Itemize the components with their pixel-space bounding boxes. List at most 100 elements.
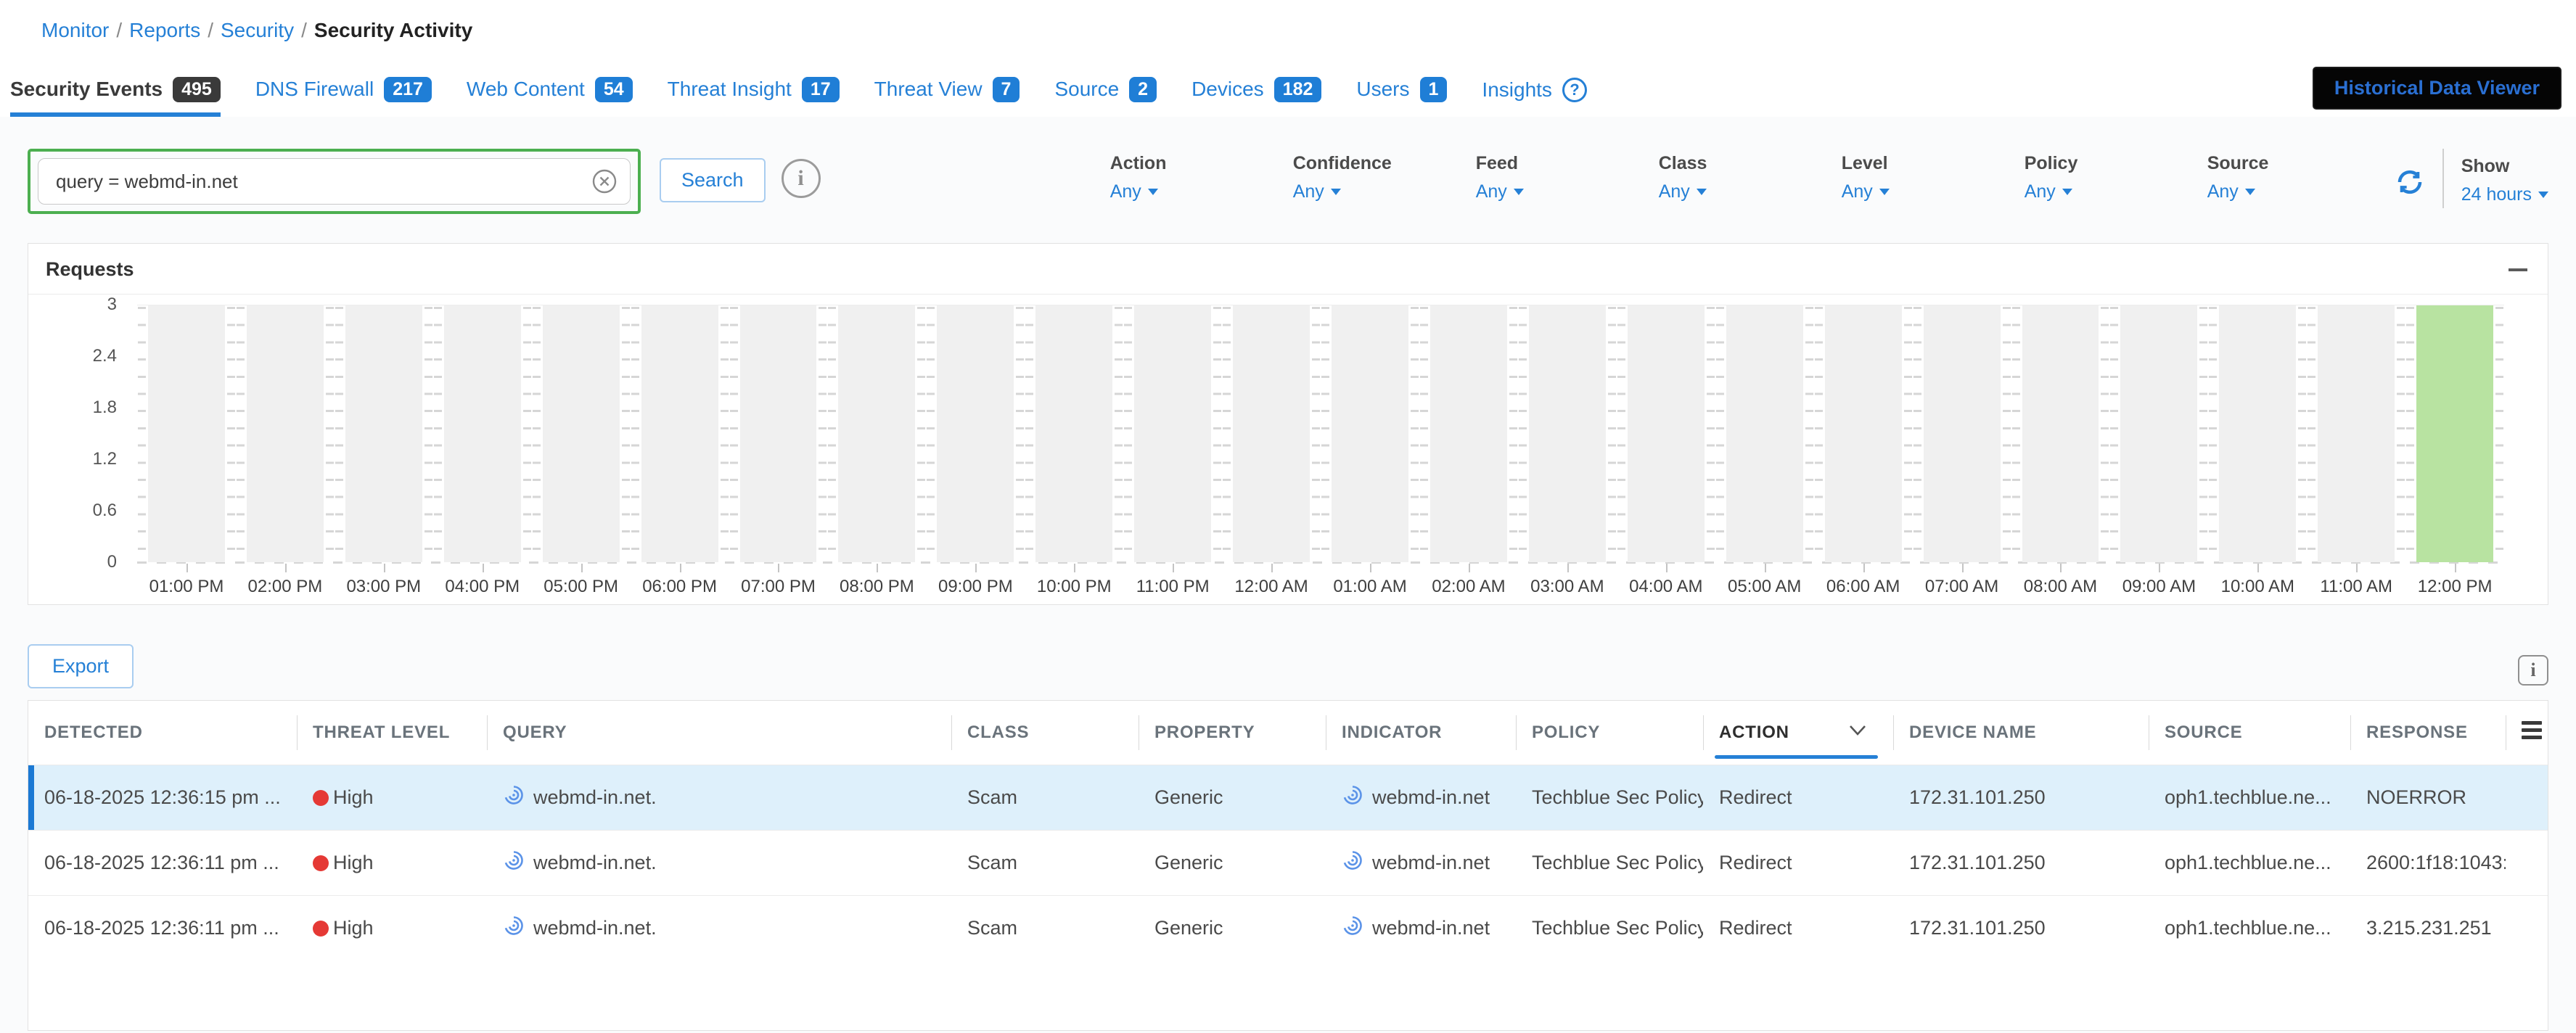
help-icon[interactable]: ? (1562, 78, 1587, 102)
column-header-property[interactable]: PROPERTY (1139, 701, 1326, 765)
cell-threat-level: High (297, 765, 487, 830)
sort-chevron-icon[interactable] (1847, 723, 1869, 743)
column-header-query[interactable]: QUERY (487, 701, 951, 765)
caret-down-icon (1331, 189, 1341, 195)
filter-confidence-dropdown[interactable]: Any (1293, 181, 1341, 202)
search-input[interactable] (38, 158, 631, 205)
tab-label: Threat View (874, 78, 983, 101)
y-axis-tick: 0.6 (93, 501, 117, 521)
tab-label: Threat Insight (668, 78, 792, 101)
tab-source[interactable]: Source 2 (1054, 77, 1157, 118)
historical-data-viewer-button[interactable]: Historical Data Viewer (2313, 67, 2561, 110)
tab-threat-view[interactable]: Threat View7 (874, 77, 1020, 118)
tab-count-badge: 54 (595, 77, 633, 103)
caret-down-icon (2062, 189, 2072, 195)
column-header-device-name[interactable]: DEVICE NAME (1893, 701, 2149, 765)
caret-down-icon (1879, 189, 1890, 195)
cell-policy: Techblue Sec Policy (1516, 765, 1703, 830)
info-icon[interactable]: i (782, 159, 821, 198)
export-button[interactable]: Export (28, 644, 134, 688)
chart-hour-band (1814, 305, 1913, 562)
cell-response: 3.215.231.251 (2350, 895, 2506, 960)
cell-query: webmd-in.net. (487, 895, 951, 960)
chart-hour-band (1913, 305, 2011, 562)
search-button[interactable]: Search (660, 158, 766, 202)
cell-source: oph1.techblue.ne... (2149, 765, 2350, 830)
filter-label: Class (1659, 153, 1842, 174)
column-header-source[interactable]: SOURCE (2149, 701, 2350, 765)
filter-source-dropdown[interactable]: Any (2207, 181, 2255, 202)
filter-label: Policy (2025, 153, 2207, 174)
breadcrumb-link-security[interactable]: Security (221, 19, 294, 41)
table-row[interactable]: 06-18-2025 12:36:15 pm ...Highwebmd-in.n… (28, 765, 2548, 830)
x-axis-label: 02:00 AM (1419, 568, 1518, 597)
column-header-indicator[interactable]: INDICATOR (1326, 701, 1516, 765)
chart-hour-band (926, 305, 1025, 562)
cell-query: webmd-in.net. (487, 830, 951, 895)
column-header-response[interactable]: RESPONSE (2350, 701, 2506, 765)
cell-menu (2506, 830, 2548, 895)
cell-class: Scam (951, 830, 1139, 895)
column-header-threat-level[interactable]: THREAT LEVEL (297, 701, 487, 765)
column-header-label: POLICY (1532, 723, 1600, 742)
chart-hour-band (729, 305, 828, 562)
cell-indicator: webmd-in.net (1326, 830, 1516, 895)
collapse-panel-icon[interactable] (2509, 268, 2527, 271)
column-header-detected[interactable]: DETECTED (28, 701, 297, 765)
filter-level-dropdown[interactable]: Any (1842, 181, 1890, 202)
tab-web-content[interactable]: Web Content54 (467, 77, 633, 118)
cell-property: Generic (1139, 830, 1326, 895)
table-info-icon[interactable]: i (2518, 655, 2548, 686)
filter-feed-dropdown[interactable]: Any (1476, 181, 1524, 202)
cell-device-name: 172.31.101.250 (1893, 765, 2149, 830)
cell-response: 2600:1f18:1043:... (2350, 830, 2506, 895)
column-menu-icon[interactable] (2522, 717, 2542, 743)
column-header-class[interactable]: CLASS (951, 701, 1139, 765)
tab-security-events[interactable]: Security Events 495 (10, 77, 221, 118)
cell-property: Generic (1139, 895, 1326, 960)
table-row[interactable]: 06-18-2025 12:36:11 pm ...Highwebmd-in.n… (28, 830, 2548, 895)
breadcrumb-link-reports[interactable]: Reports (129, 19, 200, 41)
tab-count-badge: 495 (173, 77, 221, 103)
cell-query: webmd-in.net. (487, 765, 951, 830)
threat-indicator-icon (1342, 915, 1363, 942)
column-header-label: DEVICE NAME (1909, 723, 2037, 742)
filter-label: Source (2207, 153, 2390, 174)
show-range-dropdown[interactable]: 24 hours (2461, 184, 2548, 205)
cell-response: NOERROR (2350, 765, 2506, 830)
column-header-policy[interactable]: POLICY (1516, 701, 1703, 765)
chart-hour-band (1419, 305, 1518, 562)
column-header-label: RESPONSE (2366, 723, 2468, 742)
x-axis-label: 09:00 PM (926, 568, 1025, 597)
cell-policy: Techblue Sec Policy (1516, 830, 1703, 895)
filter-action-dropdown[interactable]: Any (1110, 181, 1158, 202)
tab-threat-insight[interactable]: Threat Insight17 (668, 77, 840, 118)
x-axis-label: 06:00 AM (1814, 568, 1913, 597)
content-area: Search i ActionAnyConfidenceAnyFeedAnyCl… (0, 117, 2576, 1033)
x-axis-label: 12:00 PM (2405, 568, 2504, 597)
chart-hour-band (532, 305, 631, 562)
x-axis-label: 12:00 AM (1222, 568, 1321, 597)
tab-users[interactable]: Users1 (1356, 77, 1447, 118)
chart-hour-band (1222, 305, 1321, 562)
cell-action: Redirect (1703, 765, 1893, 830)
tab-count-badge: 2 (1129, 77, 1157, 103)
x-axis-label: 07:00 PM (729, 568, 828, 597)
column-header-action[interactable]: ACTION (1703, 701, 1893, 765)
tab-devices[interactable]: Devices182 (1191, 77, 1321, 118)
events-table: DETECTEDTHREAT LEVELQUERYCLASSPROPERTYIN… (28, 701, 2548, 960)
cell-action: Redirect (1703, 830, 1893, 895)
clear-search-icon[interactable] (591, 168, 618, 194)
tab-dns-firewall[interactable]: DNS Firewall217 (255, 77, 432, 118)
tab-insights[interactable]: Insights? (1482, 78, 1587, 117)
breadcrumb-link-monitor[interactable]: Monitor (41, 19, 109, 41)
tab-label: Security Events (10, 78, 163, 101)
filter-policy-dropdown[interactable]: Any (2025, 181, 2072, 202)
filter-class-dropdown[interactable]: Any (1659, 181, 1707, 202)
tab-label: Source (1054, 78, 1119, 101)
breadcrumb-separator: / (301, 19, 307, 41)
x-axis-label: 01:00 AM (1321, 568, 1419, 597)
tab-label: Devices (1191, 78, 1264, 101)
table-row[interactable]: 06-18-2025 12:36:11 pm ...Highwebmd-in.n… (28, 895, 2548, 960)
refresh-icon[interactable] (2395, 167, 2425, 201)
